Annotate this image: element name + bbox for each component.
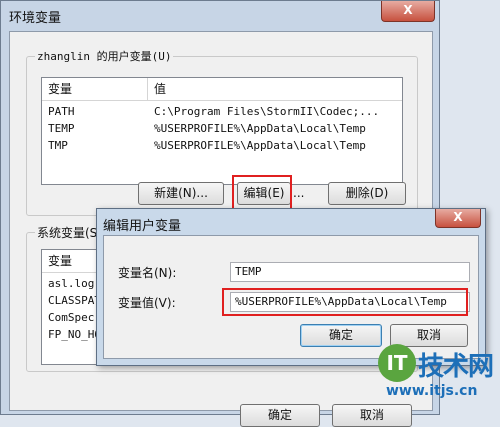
user-var-name: PATH	[48, 105, 75, 118]
variable-value-highlight	[222, 288, 468, 316]
dialog-body: 变量名(N): TEMP 变量值(V): %USERPROFILE%\AppDa…	[103, 235, 479, 359]
user-variables-group-title: zhanglin 的用户变量(U)	[35, 48, 174, 64]
ok-button[interactable]: 确定	[240, 404, 320, 427]
user-var-value: C:\Program Files\StormII\Codec;...	[154, 105, 380, 118]
user-var-row-temp[interactable]: TEMP %USERPROFILE%\AppData\Local\Temp	[42, 120, 402, 137]
user-variables-header: 变量 值	[42, 78, 402, 101]
delete-user-variable-button[interactable]: 删除(D)	[328, 182, 406, 205]
new-user-variable-button[interactable]: 新建(N)...	[138, 182, 224, 205]
edit-user-variable-dialog: 编辑用户变量 X 变量名(N): TEMP 变量值(V): %USERPROFI…	[96, 208, 486, 366]
edit-button-ellipsis: ...	[293, 186, 305, 200]
itjs-logo-icon: IT	[378, 344, 416, 382]
window-title: 环境变量	[9, 11, 62, 26]
user-var-row-path[interactable]: PATH C:\Program Files\StormII\Codec;...	[42, 103, 402, 120]
user-var-name: TEMP	[48, 122, 75, 135]
dialog-close-button[interactable]: X	[435, 209, 481, 228]
dialog-ok-button[interactable]: 确定	[300, 324, 382, 347]
dialog-cancel-button[interactable]: 取消	[390, 324, 468, 347]
user-var-value: %USERPROFILE%\AppData\Local\Temp	[154, 122, 366, 135]
column-header-variable[interactable]: 变量	[42, 78, 148, 100]
cancel-button[interactable]: 取消	[332, 404, 412, 427]
user-var-name: TMP	[48, 139, 68, 152]
variable-name-field[interactable]: TEMP	[230, 262, 470, 282]
edit-button-highlight	[232, 175, 292, 212]
variable-name-label: 变量名(N):	[118, 266, 177, 280]
column-header-value[interactable]: 值	[148, 78, 166, 100]
variable-value-label: 变量值(V):	[118, 296, 176, 310]
dialog-title: 编辑用户变量	[103, 219, 182, 234]
window-close-button[interactable]: X	[381, 1, 435, 22]
user-var-value: %USERPROFILE%\AppData\Local\Temp	[154, 139, 366, 152]
user-variables-list[interactable]: 变量 值 PATH C:\Program Files\StormII\Codec…	[41, 77, 403, 185]
watermark-url: www.itjs.cn	[386, 383, 478, 399]
system-variables-group-title: 系统变量(S	[35, 224, 100, 241]
user-var-row-tmp[interactable]: TMP %USERPROFILE%\AppData\Local\Temp	[42, 137, 402, 154]
watermark-site-name: 技术网	[418, 352, 494, 382]
